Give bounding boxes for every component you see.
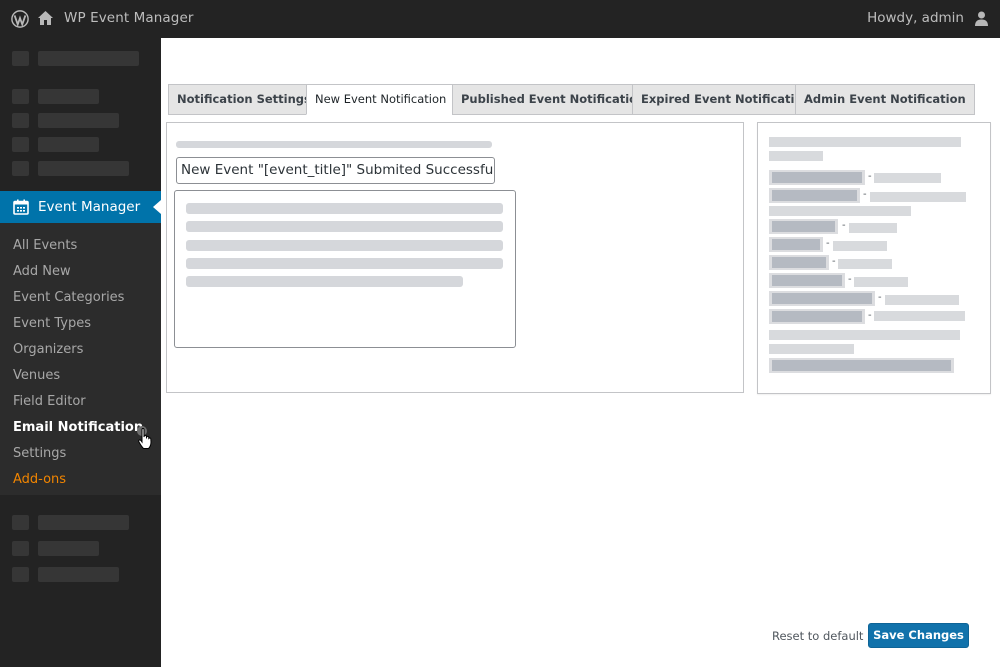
placeholder-text-line <box>769 330 960 340</box>
sidebar-item-event-manager[interactable]: Event Manager <box>0 191 161 223</box>
placeholder-text-line <box>833 241 887 251</box>
placeholder-tag <box>769 255 829 270</box>
submenu-event-types[interactable]: Event Types <box>13 316 91 331</box>
submenu-settings[interactable]: Settings <box>13 446 66 461</box>
wordpress-logo-icon[interactable] <box>11 10 29 28</box>
placeholder-text-line <box>849 223 897 233</box>
placeholder-tag <box>769 237 823 252</box>
hand-pointer-cursor-icon <box>138 428 152 449</box>
placeholder-text-line <box>186 240 503 251</box>
placeholder-text-line <box>186 258 503 269</box>
admin-bar: WP Event Manager Howdy, admin <box>0 0 1000 38</box>
submenu-add-new[interactable]: Add New <box>13 264 71 279</box>
page: WP Event Manager Howdy, admin Event Mana… <box>0 0 1000 667</box>
sidebar-item-label: Event Manager <box>38 199 141 215</box>
reset-to-default-link[interactable]: Reset to default <box>772 629 863 643</box>
submenu-event-categories[interactable]: Event Categories <box>13 290 124 305</box>
tab-expired-event-notification[interactable]: Expired Event Notification <box>632 84 820 115</box>
submenu-add-ons[interactable]: Add-ons <box>13 472 66 487</box>
current-menu-arrow <box>153 200 161 214</box>
placeholder-text-line <box>186 221 503 232</box>
separator-dash: - <box>868 171 872 182</box>
placeholder-tag <box>769 170 865 185</box>
calendar-icon <box>13 199 29 215</box>
event-manager-submenu: All Events Add New Event Categories Even… <box>0 223 161 495</box>
placeholder-text-line <box>885 295 959 305</box>
notification-editor-panel: New Event "[event_title]" Submited Succe… <box>166 122 744 393</box>
tab-new-event-notification[interactable]: New Event Notification <box>306 84 456 115</box>
shortcodes-help-panel: - - - - - - - - <box>757 122 991 394</box>
separator-dash: - <box>832 256 836 267</box>
separator-dash: - <box>848 274 852 285</box>
placeholder-text-line <box>854 277 908 287</box>
placeholder-tag <box>769 309 865 324</box>
placeholder-text-line <box>186 203 503 214</box>
placeholder-text-line <box>186 276 463 287</box>
placeholder-text-line <box>874 311 965 321</box>
admin-sidebar: Event Manager All Events Add New Event C… <box>0 38 161 667</box>
placeholder-text-line <box>769 344 854 354</box>
placeholder-tag <box>769 273 845 288</box>
tab-published-event-notification[interactable]: Published Event Notification <box>452 84 655 115</box>
account-greeting[interactable]: Howdy, admin <box>867 10 964 26</box>
placeholder-description <box>176 141 492 148</box>
save-changes-button[interactable]: Save Changes <box>868 623 969 648</box>
email-body-textarea[interactable] <box>174 190 516 348</box>
placeholder-text-line <box>769 151 823 161</box>
placeholder-text-line <box>769 206 911 216</box>
site-name-link[interactable]: WP Event Manager <box>64 10 194 26</box>
separator-dash: - <box>863 189 867 200</box>
email-subject-input[interactable]: New Event "[event_title]" Submited Succe… <box>176 157 495 184</box>
tab-admin-event-notification[interactable]: Admin Event Notification <box>795 84 975 115</box>
separator-dash: - <box>826 238 830 249</box>
separator-dash: - <box>878 292 882 303</box>
placeholder-tag <box>769 188 860 203</box>
placeholder-text-line <box>870 192 966 202</box>
placeholder-text-line <box>874 173 941 183</box>
placeholder-text-line <box>769 137 961 147</box>
user-icon[interactable] <box>975 11 988 26</box>
placeholder-tag <box>769 291 875 306</box>
tab-notification-settings[interactable]: Notification Settings <box>168 84 320 115</box>
separator-dash: - <box>842 220 846 231</box>
submenu-email-notification[interactable]: Email Notification <box>13 420 143 435</box>
placeholder-tag <box>769 358 954 373</box>
home-icon[interactable] <box>37 10 54 26</box>
separator-dash: - <box>868 310 872 321</box>
submenu-field-editor[interactable]: Field Editor <box>13 394 86 409</box>
placeholder-text-line <box>838 259 892 269</box>
submenu-organizers[interactable]: Organizers <box>13 342 83 357</box>
submenu-all-events[interactable]: All Events <box>13 238 77 253</box>
submenu-venues[interactable]: Venues <box>13 368 60 383</box>
placeholder-tag <box>769 219 838 234</box>
